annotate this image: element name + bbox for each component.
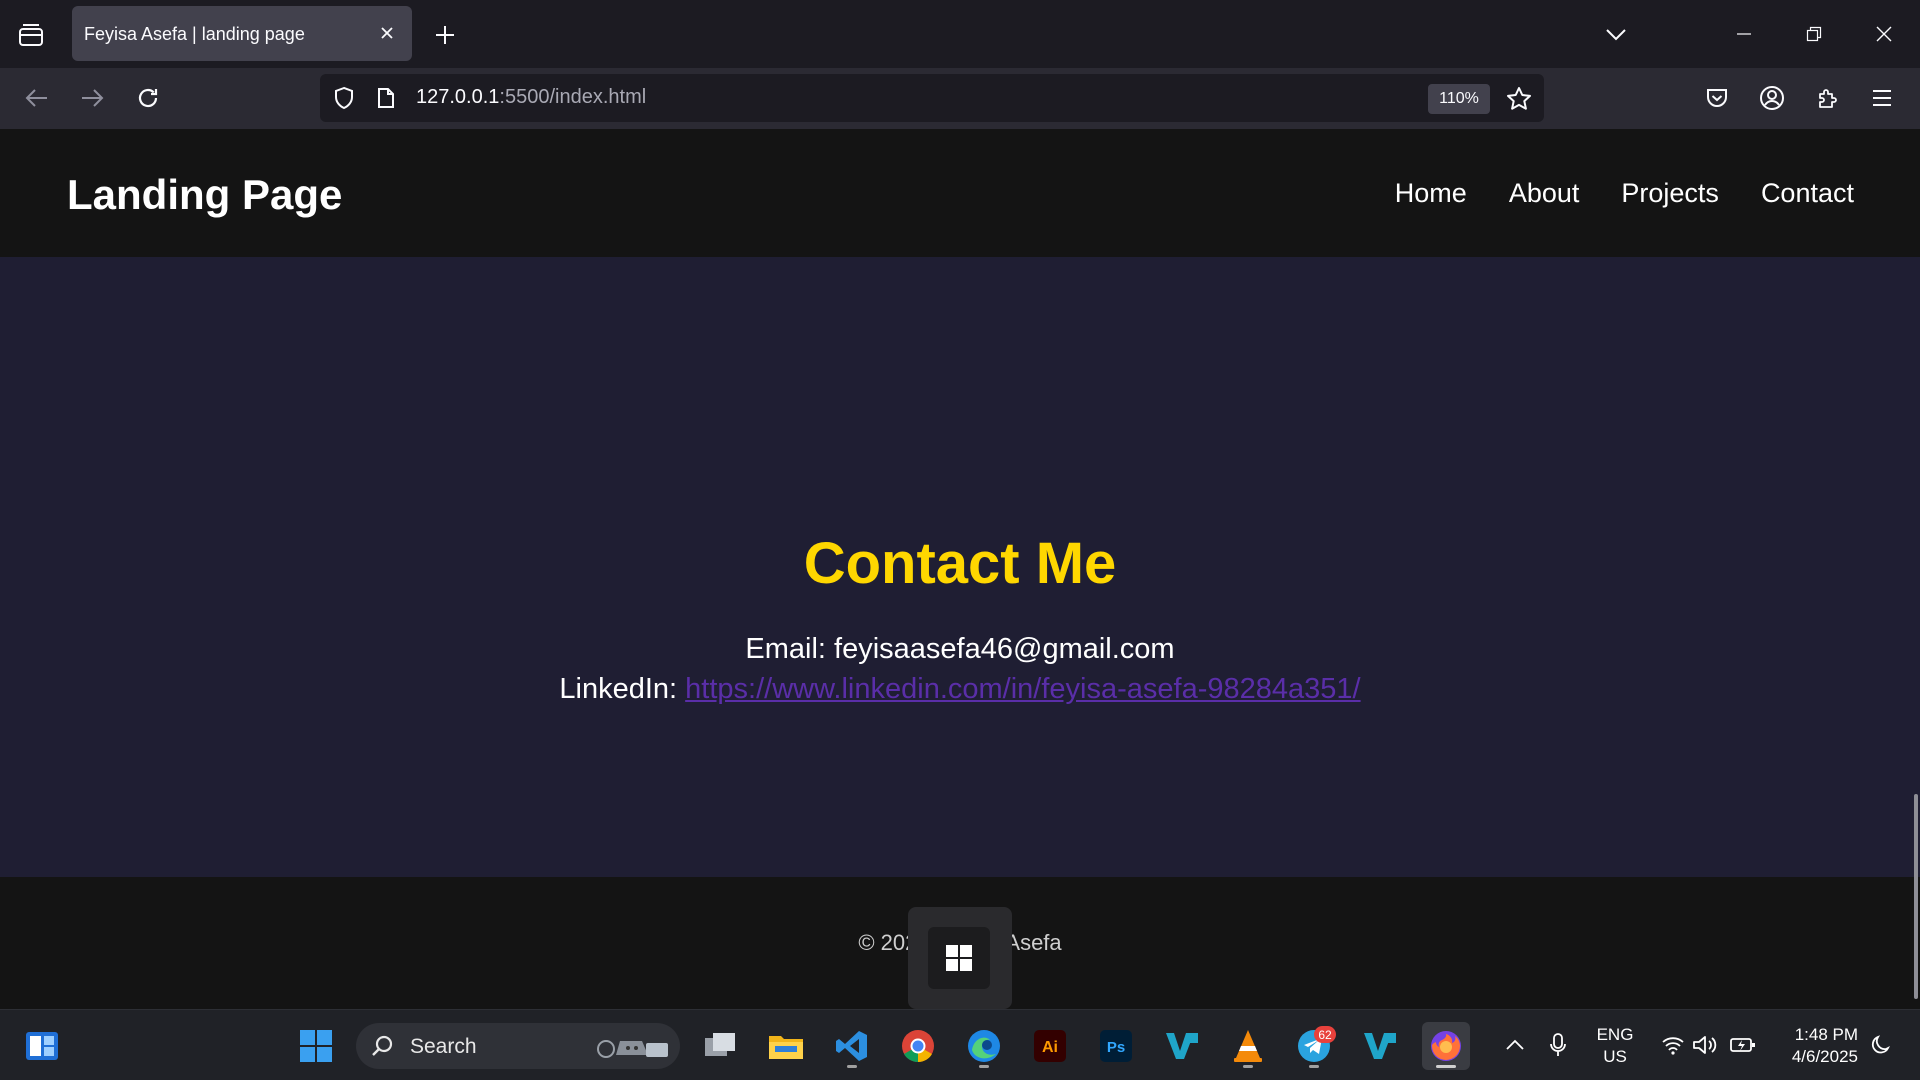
search-icon [372,1035,393,1056]
bookmark-star-icon[interactable] [1504,84,1534,114]
reload-icon[interactable] [126,76,170,120]
tab-close-icon[interactable] [372,18,402,48]
tracking-protection-shield-icon[interactable] [330,84,358,112]
language-region: US [1603,1047,1627,1066]
vlc-media-player-icon[interactable] [1224,1022,1272,1070]
email-value: feyisaasefa46@gmail.com [834,633,1175,665]
show-hidden-icons-chevron-icon[interactable] [1500,1030,1530,1060]
telegram-unread-badge: 62 [1314,1026,1336,1043]
pocket-icon[interactable] [1695,76,1739,120]
windows-taskbar: Search Ai Ps 62 ENG US 1:48 PM 4/6/2025 [0,1009,1920,1080]
clock-date: 4/6/2025 [1791,1047,1858,1066]
taskbar-search-box[interactable]: Search [356,1023,680,1069]
language-code: ENG [1596,1025,1634,1044]
forward-arrow-icon[interactable] [70,76,114,120]
page-scrollbar[interactable] [1910,129,1920,1009]
account-icon[interactable] [1750,76,1794,120]
firefox-icon[interactable] [1422,1022,1470,1070]
email-label: Email: [745,633,835,665]
svg-text:Ai: Ai [1042,1039,1058,1056]
start-flyout-overlay[interactable] [908,907,1012,1009]
page-info-icon[interactable] [372,84,400,112]
windows-logo-icon[interactable] [928,927,990,989]
contact-linkedin-line: LinkedIn: https://www.linkedin.com/in/fe… [0,669,1920,709]
screen: Feyisa Asefa | landing page 127.0.0.1:55… [0,0,1920,1080]
vscode-icon[interactable] [828,1022,876,1070]
edge-icon[interactable] [960,1022,1008,1070]
contact-title: Contact Me [803,531,1117,596]
app-vs-icon[interactable] [1158,1022,1206,1070]
browser-tab-bar: Feyisa Asefa | landing page [0,0,1920,68]
wifi-icon[interactable] [1658,1030,1688,1060]
url-path: :5500/index.html [499,86,647,108]
taskbar-search-label: Search [410,1035,477,1058]
running-indicator [1309,1065,1319,1068]
clock-time: 1:48 PM [1794,1025,1858,1044]
running-indicator [979,1065,989,1068]
extensions-puzzle-icon[interactable] [1806,76,1850,120]
list-all-tabs-chevron-icon[interactable] [1595,14,1637,56]
contact-section: Contact Me Email: feyisaasefa46@gmail.co… [0,529,1920,709]
url-text[interactable]: 127.0.0.1:5500/index.html [416,86,646,109]
nav-link-home[interactable]: Home [1395,178,1467,209]
window-minimize-icon[interactable] [1720,12,1768,56]
tab-title: Feyisa Asefa | landing page [84,24,305,44]
site-header: Landing Page Home About Projects Contact [0,129,1920,257]
adobe-illustrator-icon[interactable]: Ai [1026,1022,1074,1070]
back-arrow-icon[interactable] [15,76,59,120]
nav-link-projects[interactable]: Projects [1621,178,1719,209]
nav-link-about[interactable]: About [1509,178,1580,209]
volume-icon[interactable] [1690,1030,1720,1060]
window-restore-icon[interactable] [1790,12,1838,56]
battery-charging-icon[interactable] [1728,1030,1758,1060]
zoom-level-badge[interactable]: 110% [1428,84,1490,114]
task-view-icon[interactable] [696,1022,744,1070]
web-page: Landing Page Home About Projects Contact… [0,129,1920,1009]
taskbar-clock[interactable]: 1:48 PM 4/6/2025 [1774,1024,1858,1068]
window-close-icon[interactable] [1860,12,1908,56]
linkedin-label: LinkedIn: [559,673,686,705]
adobe-photoshop-icon[interactable]: Ps [1092,1022,1140,1070]
hamburger-menu-icon[interactable] [1860,76,1904,120]
site-logo[interactable]: Landing Page [67,171,342,219]
url-host: 127.0.0.1 [416,86,500,108]
chrome-icon[interactable] [894,1022,942,1070]
nav-link-contact[interactable]: Contact [1761,178,1854,209]
scrollbar-thumb[interactable] [1914,794,1918,999]
site-nav: Home About Projects Contact [1395,178,1854,209]
language-indicator[interactable]: ENG US [1592,1024,1638,1068]
app-vs-secondary-icon[interactable] [1356,1022,1404,1070]
running-indicator [847,1065,857,1068]
linkedin-link[interactable]: https://www.linkedin.com/in/feyisa-asefa… [685,673,1360,705]
widgets-icon[interactable] [18,1022,66,1070]
telegram-icon[interactable]: 62 [1290,1022,1338,1070]
url-bar[interactable]: 127.0.0.1:5500/index.html 110% [320,74,1544,122]
active-app-indicator [1436,1065,1456,1068]
search-highlight-gaming-icon [597,1040,668,1058]
notifications-moon-icon[interactable] [1866,1030,1896,1060]
browser-nav-bar: 127.0.0.1:5500/index.html 110% [0,68,1920,129]
start-button-windows-icon[interactable] [292,1022,340,1070]
browser-tab-active[interactable]: Feyisa Asefa | landing page [72,6,412,61]
contact-email-line: Email: feyisaasefa46@gmail.com [0,629,1920,669]
new-tab-plus-icon[interactable] [424,14,466,56]
microphone-icon[interactable] [1543,1030,1573,1060]
running-indicator [1243,1065,1253,1068]
file-explorer-icon[interactable] [762,1022,810,1070]
svg-text:Ps: Ps [1107,1039,1125,1056]
firefox-view-icon[interactable] [10,14,52,56]
